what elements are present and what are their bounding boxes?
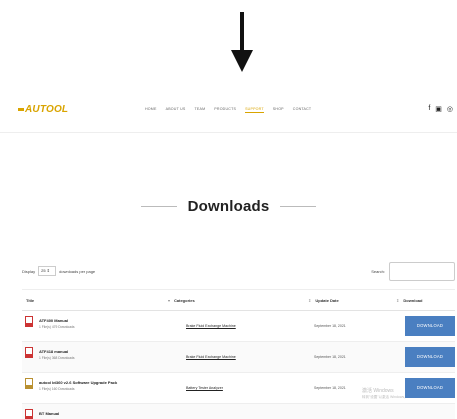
nav-item-home[interactable]: HOME [145, 107, 157, 113]
column-header-title[interactable]: Title [26, 298, 34, 303]
column-header-download[interactable]: ⇕ Download [396, 298, 422, 303]
update-date: September 18, 2021 [314, 386, 346, 390]
page-title: Downloads [187, 198, 270, 216]
header-divider [0, 132, 457, 133]
search-input[interactable] [389, 262, 455, 281]
title-left-rule [141, 206, 178, 208]
main-nav: HOME ABOUT US TEAM PRODUCTS SUPPORT SHOP… [145, 107, 320, 113]
pdf-icon [25, 347, 33, 358]
search-label: Search: [371, 269, 385, 274]
table-controls: Display 25 ⇕ downloads per page Search: [22, 262, 455, 282]
file-meta: 1 File(s) 368 Downloads [39, 356, 75, 360]
nav-item-team[interactable]: TEAM [195, 107, 206, 113]
search-control: Search: [371, 262, 455, 281]
sort-icon: ⇕ [396, 298, 400, 303]
title-right-rule [279, 206, 316, 208]
per-page-select[interactable]: 25 ⇕ [38, 266, 57, 276]
file-meta: 1 File(s) 479 Downloads [39, 325, 75, 329]
column-header-update-date[interactable]: ⇕ Update Date [308, 298, 339, 303]
site-logo[interactable]: AUTOOL [18, 104, 68, 115]
logo-text: AUTOOL [25, 104, 69, 115]
nav-item-shop[interactable]: SHOP [273, 107, 284, 113]
sort-icon: ▾ [168, 298, 171, 303]
file-name[interactable]: autool bt360 v2.6 Software Upgrade Pack [39, 380, 117, 385]
table-row: ATF418 manual 1 File(s) 368 Downloads Br… [22, 342, 455, 373]
display-label: Display [22, 268, 36, 274]
column-header-categories[interactable]: ▾ Categories [168, 298, 195, 303]
table-row: ATF400 Manual 1 File(s) 479 Downloads Br… [22, 311, 455, 342]
category-link[interactable]: Brake Fluid Exchange Machine [186, 324, 236, 328]
download-button[interactable]: DOWNLOAD [405, 378, 455, 398]
category-link[interactable]: Brake Fluid Exchange Machine [186, 355, 236, 359]
other-social-icon[interactable]: ◎ [447, 105, 453, 113]
file-meta: 1 File(s) 160 Downloads [39, 387, 75, 391]
update-date: September 18, 2021 [314, 355, 346, 359]
sort-icon: ⇕ [308, 298, 312, 303]
windows-activation-watermark: 激活 Windows 转到"设置"以激活 Windows。 [362, 388, 408, 400]
file-name[interactable]: ATF400 Manual [39, 318, 68, 323]
per-page-suffix: downloads per page [59, 268, 96, 274]
nav-item-about-us[interactable]: ABOUT US [166, 107, 186, 113]
down-arrow-icon [231, 12, 253, 72]
file-name[interactable]: BT Manual [39, 411, 59, 416]
file-name[interactable]: ATF418 manual [39, 349, 68, 354]
watermark-line-2: 转到"设置"以激活 Windows。 [362, 395, 408, 399]
site-header: AUTOOL HOME ABOUT US TEAM PRODUCTS SUPPO… [0, 100, 457, 124]
table-header: Title ▾ Categories ⇕ Update Date ⇕ Download [22, 289, 455, 311]
nav-item-products[interactable]: PRODUCTS [214, 107, 236, 113]
download-button[interactable]: DOWNLOAD [405, 316, 455, 336]
pdf-icon [25, 409, 33, 419]
download-button[interactable]: DOWNLOAD [405, 347, 455, 367]
nav-item-support[interactable]: SUPPORT [245, 107, 264, 113]
category-link[interactable]: Battery Tester Analyzer [186, 386, 223, 390]
update-date: September 18, 2021 [314, 324, 346, 328]
facebook-icon[interactable]: f [428, 105, 430, 113]
zip-icon [25, 378, 33, 389]
social-links: f ▣ ◎ [428, 105, 453, 113]
nav-item-contact[interactable]: CONTACT [293, 107, 312, 113]
pdf-icon [25, 316, 33, 327]
page-title-block: Downloads [0, 198, 457, 216]
per-page-control: Display 25 ⇕ downloads per page [22, 266, 95, 276]
table-row: BT Manual [22, 404, 455, 419]
instagram-icon[interactable]: ▣ [435, 105, 442, 113]
